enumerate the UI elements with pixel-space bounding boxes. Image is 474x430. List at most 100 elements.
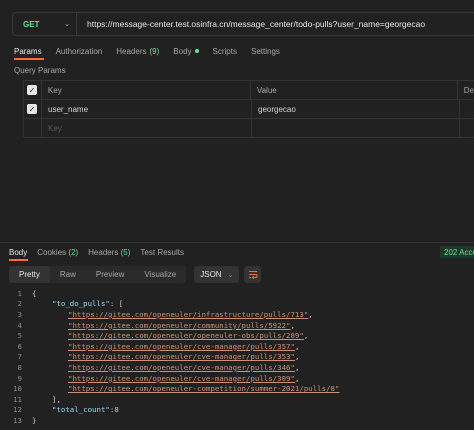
tab-scripts[interactable]: Scripts [213, 44, 237, 58]
row-checkbox-cell[interactable]: ✓ [24, 99, 42, 119]
code-line: 11 ], [0, 394, 474, 405]
json-url-link[interactable]: "https://gitee.com/openeuler/cve-manager… [68, 374, 295, 383]
response-body-code[interactable]: 1 { 2 "to_do_pulls" : [ 3 "https://gitee… [0, 288, 474, 426]
line-number: 5 [17, 331, 22, 341]
checkbox-checked-icon[interactable]: ✓ [27, 85, 37, 95]
json-url-link[interactable]: "https://gitee.com/openeuler/cve-manager… [68, 363, 295, 372]
column-header-key: Key [42, 80, 251, 100]
line-number: 13 [13, 415, 22, 425]
tab-response-headers[interactable]: Headers (5) [88, 248, 130, 257]
view-mode-visualize[interactable]: Visualize [134, 266, 186, 283]
json-url-link[interactable]: "https://gitee.com/openeuler/openeuler-o… [68, 331, 304, 340]
code-line: 7 "https://gitee.com/openeuler/cve-manag… [0, 352, 474, 363]
method-dropdown[interactable]: GET ⌄ [13, 13, 77, 35]
json-url-link[interactable]: "https://gitee.com/openeuler/cve-manager… [68, 342, 295, 351]
tab-label: Cookies [37, 248, 67, 257]
param-key-field[interactable]: user_name [42, 99, 252, 119]
code-line: 1 { [0, 288, 474, 299]
line-number: 6 [17, 341, 22, 351]
json-url-link[interactable]: "https://gitee.com/openeuler/infrastruct… [68, 310, 308, 319]
request-tabs: Params Authorization Headers (9) Body Sc… [14, 44, 280, 58]
view-mode-pretty[interactable]: Pretty [9, 266, 50, 283]
query-params-table: ✓ Key Value De ✓ user_name georgecao Key [24, 80, 474, 138]
code-line: 10 "https://gitee.com/openeuler-competit… [0, 383, 474, 394]
response-tabs: Body Cookies (2) Headers (5) Test Result… [9, 248, 184, 257]
table-header-row: ✓ Key Value De [24, 80, 474, 100]
json-url-link[interactable]: "https://gitee.com/openeuler-competition… [68, 384, 339, 393]
body-indicator-dot-icon [194, 49, 199, 53]
line-number: 11 [13, 394, 22, 404]
code-line: 12 "total_count": 8 [0, 405, 474, 416]
tab-response-body[interactable]: Body [9, 248, 27, 257]
view-mode-raw[interactable]: Raw [50, 266, 86, 283]
new-key-field[interactable]: Key [42, 118, 252, 138]
new-value-field[interactable] [252, 118, 460, 138]
code-text: : [ [109, 299, 124, 309]
line-number: 9 [17, 373, 22, 383]
tab-params[interactable]: Params [14, 44, 42, 58]
active-response-tab-underline [9, 259, 28, 261]
pane-divider[interactable] [0, 242, 474, 243]
request-url-bar: GET ⌄ https://message-center.test.osinfr… [12, 12, 474, 36]
view-mode-preview[interactable]: Preview [86, 266, 134, 283]
column-header-description: De [463, 85, 474, 95]
new-description-field[interactable] [460, 119, 474, 138]
tab-label: Body [173, 46, 192, 56]
response-headers-count: (5) [120, 248, 131, 257]
line-number: 12 [13, 405, 22, 415]
json-url-link[interactable]: "https://gitee.com/openeuler/community/p… [68, 321, 290, 330]
tab-headers[interactable]: Headers (9) [116, 44, 159, 58]
table-row: ✓ user_name georgecao [24, 99, 474, 119]
format-dropdown[interactable]: JSON ⌄ [194, 266, 240, 283]
headers-count: (9) [149, 46, 160, 56]
tab-label: Body [9, 248, 28, 257]
tab-label: Settings [250, 46, 280, 56]
tab-label: Test Results [140, 248, 184, 257]
cookies-count: (2) [68, 248, 79, 257]
code-line: 9 "https://gitee.com/openeuler/cve-manag… [0, 373, 474, 384]
tab-body[interactable]: Body [173, 44, 199, 58]
code-line: 13 } [0, 415, 474, 426]
code-text: ], [52, 394, 61, 404]
line-number: 10 [13, 384, 22, 394]
header-checkbox-cell[interactable]: ✓ [24, 80, 42, 100]
table-row-empty: Key [24, 118, 474, 138]
json-key: "to_do_pulls" [52, 299, 110, 309]
table-left-rail [13, 80, 24, 137]
query-params-title: Query Params [14, 66, 66, 75]
line-number: 7 [17, 352, 22, 362]
tab-label: Headers [116, 46, 147, 56]
code-line: 8 "https://gitee.com/openeuler/cve-manag… [0, 362, 474, 373]
code-line: 5 "https://gitee.com/openeuler/openeuler… [0, 330, 474, 341]
wrap-lines-icon [248, 271, 258, 279]
status-badge[interactable]: 202 Acce [440, 246, 474, 258]
response-view-bar: Pretty Raw Preview Visualize JSON ⌄ [9, 266, 262, 283]
code-line: 6 "https://gitee.com/openeuler/cve-manag… [0, 341, 474, 352]
line-number: 8 [17, 362, 22, 372]
tab-settings[interactable]: Settings [251, 44, 280, 58]
chevron-down-icon: ⌄ [64, 21, 70, 28]
method-label: GET [23, 19, 40, 29]
param-description-field[interactable] [460, 100, 474, 119]
line-number: 1 [17, 288, 22, 298]
code-line: 3 "https://gitee.com/openeuler/infrastru… [0, 309, 474, 320]
url-input[interactable]: https://message-center.test.osinfra.cn/m… [77, 19, 425, 29]
tab-cookies[interactable]: Cookies (2) [37, 248, 78, 257]
code-text: } [32, 415, 37, 425]
format-label: JSON [200, 270, 222, 279]
tab-authorization[interactable]: Authorization [56, 44, 103, 58]
tab-label: Headers [88, 248, 119, 257]
code-line: 4 "https://gitee.com/openeuler/community… [0, 320, 474, 331]
json-key: "total_count" [52, 405, 110, 415]
param-value-field[interactable]: georgecao [252, 99, 460, 119]
checkbox-checked-icon[interactable]: ✓ [27, 104, 37, 114]
tab-test-results[interactable]: Test Results [140, 248, 184, 257]
code-line: 2 "to_do_pulls" : [ [0, 299, 474, 310]
code-text: { [32, 288, 37, 298]
chevron-down-icon: ⌄ [227, 271, 234, 279]
tab-label: Authorization [55, 46, 103, 56]
column-header-value: Value [251, 80, 458, 100]
wrap-lines-button[interactable] [244, 266, 262, 283]
json-number: 8 [114, 405, 119, 415]
json-url-link[interactable]: "https://gitee.com/openeuler/cve-manager… [68, 352, 295, 361]
